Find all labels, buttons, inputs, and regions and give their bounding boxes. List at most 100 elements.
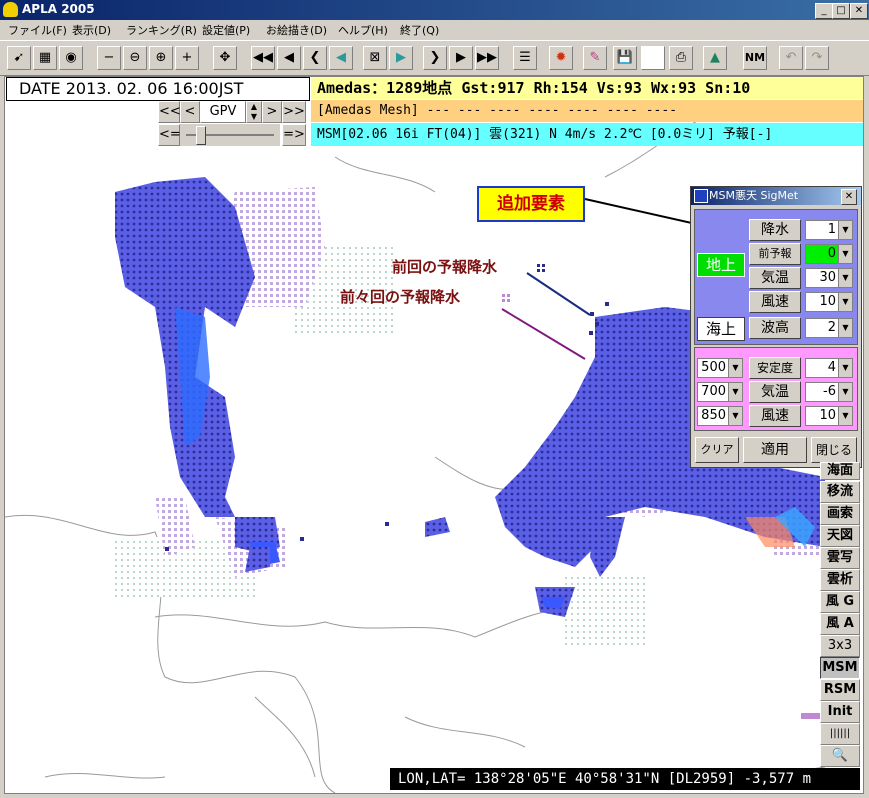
gpv-prev-button[interactable]: < <box>180 101 200 123</box>
wave-select[interactable]: 2 ▼ <box>805 318 853 338</box>
prev-forecast-annotation: 前回の予報降水 <box>392 258 498 276</box>
level-select-500[interactable]: 500 ▼ <box>697 358 743 378</box>
upper-wind-select[interactable]: 10 ▼ <box>805 406 853 426</box>
center-target-icon[interactable]: ✥ <box>213 46 237 70</box>
amedas-info-bar: Amedas：1289地点 Gst:917 Rh:154 Vs:93 Wx:93… <box>311 77 863 99</box>
temp-button[interactable]: 気温 <box>749 267 801 289</box>
zoom-in-filled-icon[interactable]: ⊕ <box>149 46 173 70</box>
level-select-700[interactable]: 700 ▼ <box>697 382 743 402</box>
wind-select[interactable]: 10 ▼ <box>805 292 853 312</box>
gpv-next-button[interactable]: > <box>262 101 282 123</box>
zoom-out-icon[interactable]: − <box>97 46 121 70</box>
apply-button[interactable]: 適用 <box>743 437 807 463</box>
gpv-spin-button[interactable]: ▲ ▼ <box>246 101 262 123</box>
menu-exit[interactable]: 終了(Q) <box>400 22 439 38</box>
gpv-slider[interactable] <box>180 124 280 146</box>
close-dialog-button[interactable]: 閉じる <box>811 437 857 463</box>
title-bar[interactable]: APLA 2005 _ □ ✕ <box>0 0 869 20</box>
side-btn-3x3[interactable]: 3x3 <box>820 635 860 657</box>
menu-view[interactable]: 表示(D) <box>72 22 111 38</box>
side-btn-wind-a[interactable]: 風 A <box>820 613 860 635</box>
last-frame-icon[interactable]: ▶▶ <box>475 46 499 70</box>
gpv-last-button[interactable]: >> <box>282 101 306 123</box>
stability-select[interactable]: 4 ▼ <box>805 358 853 378</box>
step-back-icon[interactable]: ◀ <box>329 46 353 70</box>
stability-button[interactable]: 安定度 <box>749 357 801 379</box>
zoom-in-icon[interactable]: + <box>175 46 199 70</box>
wave-button[interactable]: 波高 <box>749 317 801 339</box>
msm-info-bar: MSM[02.06 16i FT(04)] 雲(321) N 4m/s 2.2℃… <box>311 123 863 146</box>
globe-search-icon[interactable]: ◉ <box>59 46 83 70</box>
side-btn-cloud-analysis[interactable]: 雲析 <box>820 569 860 591</box>
redo-icon[interactable]: ↷ <box>805 46 829 70</box>
window-title: APLA 2005 <box>22 2 95 16</box>
rain-select[interactable]: 1 ▼ <box>805 220 853 240</box>
upper-wind-button[interactable]: 風速 <box>749 405 801 427</box>
gpv-slide-left-button[interactable]: <= <box>158 124 181 146</box>
prev-forecast-select[interactable]: 0 ▼ <box>805 244 853 264</box>
print-icon[interactable]: ⎙ <box>669 46 693 70</box>
side-btn-sea[interactable]: 海面 <box>820 462 860 480</box>
cursor-tool-icon[interactable]: ➹ <box>7 46 31 70</box>
side-search-icon[interactable]: 🔍 <box>820 745 860 767</box>
palette-flower-icon[interactable]: ✹ <box>549 46 573 70</box>
side-btn-msm[interactable]: MSM <box>820 657 860 679</box>
next-fast-icon[interactable]: ▶ <box>449 46 473 70</box>
gpv-model-label: GPV <box>200 101 246 123</box>
map-image-icon[interactable]: ▲ <box>703 46 727 70</box>
first-frame-icon[interactable]: ◀◀ <box>251 46 275 70</box>
step-forward-icon[interactable]: ▶ <box>389 46 413 70</box>
prev-frame-icon[interactable]: ❮ <box>303 46 327 70</box>
stop-icon[interactable]: ⊠ <box>363 46 387 70</box>
date-display: DATE 2013. 02. 06 16:00JST <box>6 77 310 101</box>
grid-icon[interactable]: ▦ <box>33 46 57 70</box>
callout-label: 追加要素 <box>477 186 585 222</box>
side-btn-init[interactable]: Init <box>820 701 860 723</box>
side-btn-image-search[interactable]: 画索 <box>820 503 860 525</box>
next-frame-icon[interactable]: ❯ <box>423 46 447 70</box>
toolbar: ➹ ▦ ◉ − ⊖ ⊕ + ✥ ◀◀ ◀ ❮ ◀ ⊠ ▶ ❯ ▶ ▶▶ ☰ ✹ … <box>0 40 869 76</box>
dialog-close-icon[interactable]: ✕ <box>841 189 857 205</box>
menu-drawing[interactable]: お絵描き(D) <box>266 22 327 38</box>
prev-forecast-button[interactable]: 前予報 <box>749 243 801 265</box>
side-btn-wind-g[interactable]: 風 G <box>820 591 860 613</box>
minimize-button[interactable]: _ <box>815 3 833 19</box>
side-btn-weather-chart[interactable]: 天図 <box>820 525 860 547</box>
side-btn-cloud-photo[interactable]: 雲写 <box>820 547 860 569</box>
menu-help[interactable]: ヘルプ(H) <box>338 22 388 38</box>
prev-prev-forecast-annotation: 前々回の予報降水 <box>340 288 461 306</box>
amedas-mesh-bar: [Amedas Mesh] --- --- ---- ---- ---- ---… <box>311 100 863 122</box>
menu-file[interactable]: ファイル(F) <box>8 22 67 38</box>
rain-button[interactable]: 降水 <box>749 219 801 241</box>
nm-icon[interactable]: NM <box>743 46 767 70</box>
paint-icon[interactable]: ✎ <box>583 46 607 70</box>
wind-button[interactable]: 風速 <box>749 291 801 313</box>
temp-select[interactable]: 30 ▼ <box>805 268 853 288</box>
side-btn-advection[interactable]: 移流 <box>820 481 860 503</box>
level-select-850[interactable]: 850 ▼ <box>697 406 743 426</box>
menu-bar: ファイル(F) 表示(D) ランキング(R) 設定値(P) お絵描き(D) ヘル… <box>0 20 869 39</box>
blank-page-icon[interactable] <box>641 46 665 70</box>
upper-temp-select[interactable]: -6 ▼ <box>805 382 853 402</box>
gpv-slider-thumb[interactable] <box>196 126 206 145</box>
upper-temp-button[interactable]: 気温 <box>749 381 801 403</box>
gpv-slide-right-button[interactable]: => <box>282 124 306 146</box>
zoom-out-filled-icon[interactable]: ⊖ <box>123 46 147 70</box>
dialog-title-bar[interactable]: MSM悪天 SigMet <box>691 187 861 205</box>
menu-settings[interactable]: 設定値(P) <box>202 22 250 38</box>
side-btn-bars[interactable]: |||||| <box>820 723 860 745</box>
clear-button[interactable]: クリア <box>695 437 739 463</box>
list-icon[interactable]: ☰ <box>513 46 537 70</box>
menu-ranking[interactable]: ランキング(R) <box>126 22 197 38</box>
ground-toggle[interactable]: 地上 <box>697 253 745 277</box>
maximize-button[interactable]: □ <box>832 3 850 19</box>
close-window-button[interactable]: ✕ <box>850 3 868 19</box>
prev-prev-forecast-swatch <box>502 291 510 302</box>
side-btn-rsm[interactable]: RSM <box>820 679 860 701</box>
undo-icon[interactable]: ↶ <box>779 46 803 70</box>
sea-toggle[interactable]: 海上 <box>697 317 745 341</box>
prev-fast-icon[interactable]: ◀ <box>277 46 301 70</box>
gpv-first-button[interactable]: << <box>158 101 181 123</box>
dialog-app-icon <box>694 189 708 203</box>
save-icon[interactable]: 💾 <box>613 46 637 70</box>
